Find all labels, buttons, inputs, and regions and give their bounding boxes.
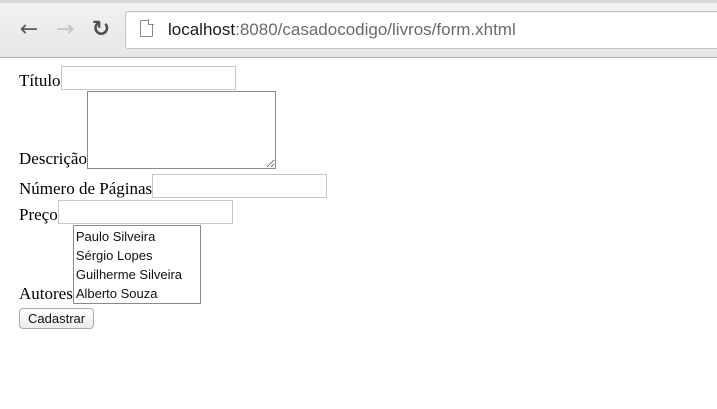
descricao-label: Descrição xyxy=(19,149,87,168)
cadastrar-button[interactable]: Cadastrar xyxy=(19,308,95,329)
tab-strip-edge xyxy=(0,0,717,3)
titulo-input[interactable] xyxy=(60,66,236,90)
reload-button[interactable]: ↻ xyxy=(89,16,113,42)
arrow-left-icon: ← xyxy=(19,16,39,42)
page-icon xyxy=(140,19,154,37)
paginas-row: Número de Páginas xyxy=(19,173,328,199)
autores-label: Autores xyxy=(19,284,73,303)
url-host: localhost xyxy=(168,20,236,39)
forward-button[interactable]: → xyxy=(53,16,77,42)
autor-option[interactable]: Sérgio Lopes xyxy=(76,246,200,265)
descricao-row: Descrição xyxy=(19,91,276,169)
browser-toolbar: ← → ↻ localhost:8080/casadocodigo/livros… xyxy=(0,0,717,58)
preco-row: Preço xyxy=(19,199,233,225)
paginas-label: Número de Páginas xyxy=(19,179,153,198)
autores-listbox[interactable]: Paulo Silveira Sérgio Lopes Guilherme Si… xyxy=(72,225,201,304)
titulo-label: Título xyxy=(19,71,61,90)
url-path: :8080/casadocodigo/livros/form.xhtml xyxy=(235,20,516,39)
address-bar[interactable]: localhost:8080/casadocodigo/livros/form.… xyxy=(125,11,717,49)
paginas-input[interactable] xyxy=(152,174,328,198)
autor-option[interactable]: Paulo Silveira xyxy=(76,227,200,246)
titulo-row: Título xyxy=(19,65,236,91)
autor-option[interactable]: Guilherme Silveira xyxy=(76,265,200,284)
url-text[interactable]: localhost:8080/casadocodigo/livros/form.… xyxy=(168,20,516,40)
descricao-textarea[interactable] xyxy=(86,91,276,169)
back-button[interactable]: ← xyxy=(17,16,41,42)
arrow-right-icon: → xyxy=(55,16,75,42)
autor-option[interactable]: Alberto Souza xyxy=(76,284,200,303)
preco-label: Preço xyxy=(19,205,58,224)
preco-input[interactable] xyxy=(57,200,233,224)
autores-row: Autores Paulo Silveira Sérgio Lopes Guil… xyxy=(19,225,201,304)
reload-icon: ↻ xyxy=(91,16,111,42)
